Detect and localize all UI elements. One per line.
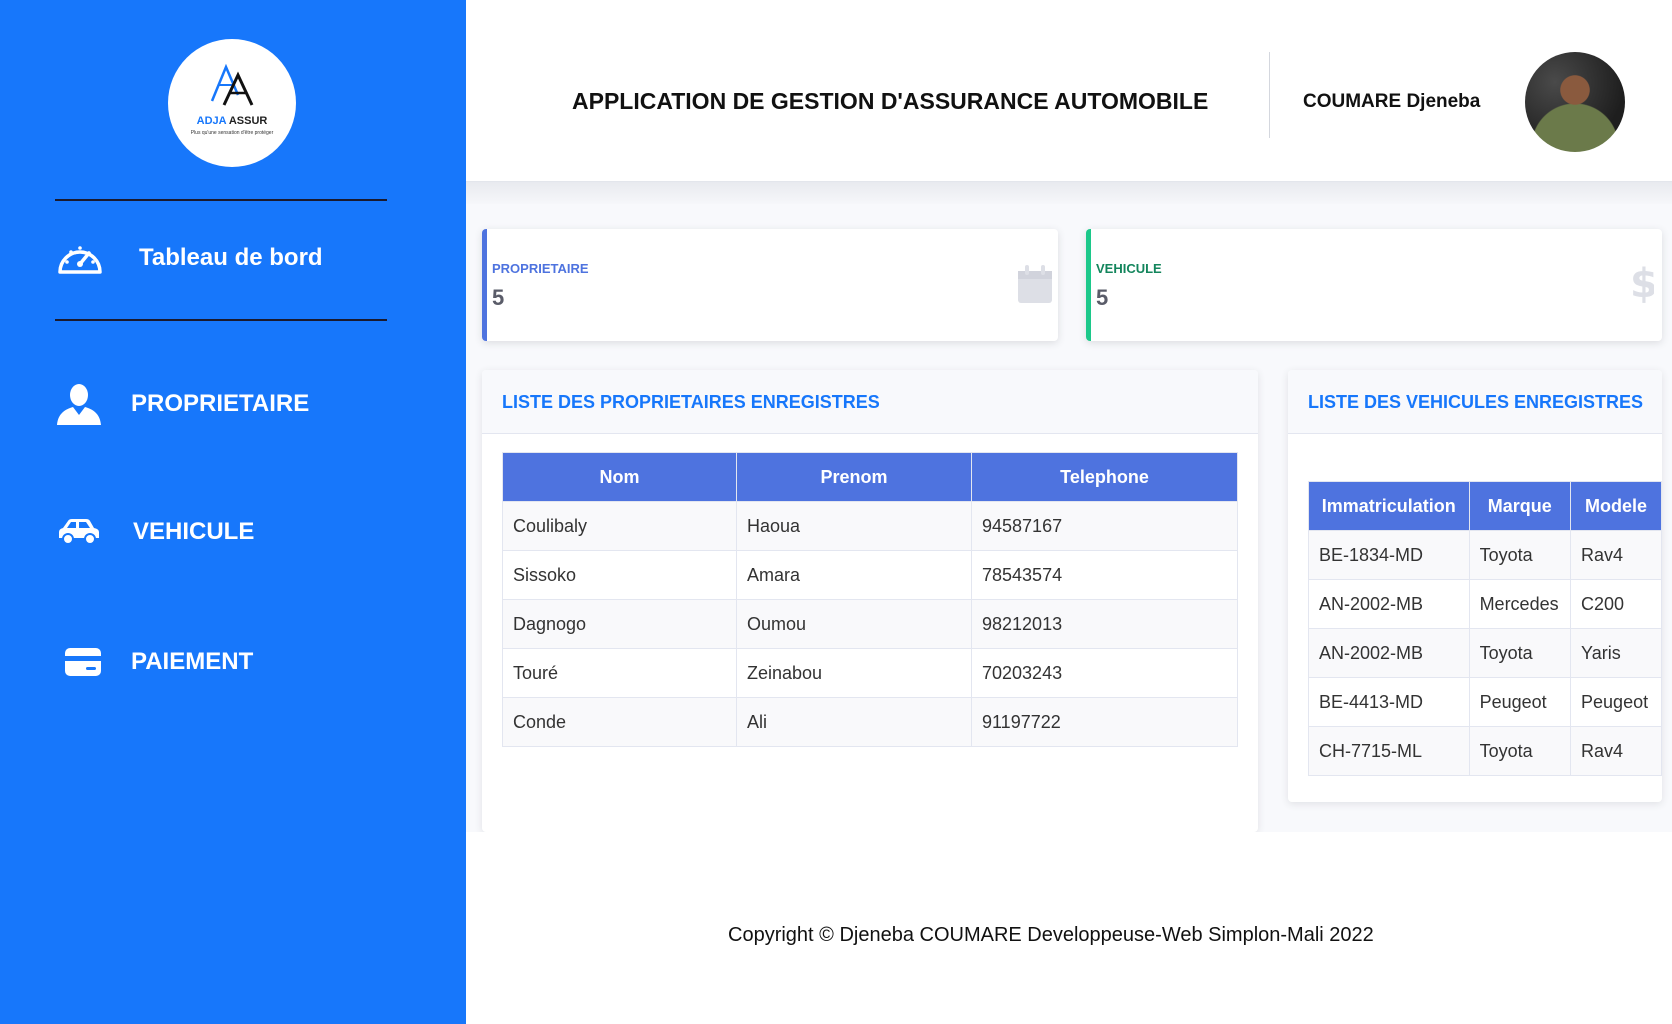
stat-value: 5 bbox=[1096, 285, 1109, 310]
cell-modele: C200 bbox=[1570, 579, 1662, 629]
cell-modele: Peugeot bbox=[1570, 677, 1662, 727]
cell-telephone: 78543574 bbox=[971, 550, 1238, 600]
brand-tagline: Plus qu'une sensation d'être protéger bbox=[190, 130, 274, 136]
logo-mark-icon bbox=[210, 63, 254, 106]
sidebar-divider-top bbox=[55, 199, 387, 201]
owners-panel: LISTE DES PROPRIETAIRES ENREGISTRES Nom … bbox=[482, 370, 1258, 832]
vehicles-table: Immatriculation Marque Modele BE-1834-MD… bbox=[1308, 481, 1662, 776]
cell-marque: Toyota bbox=[1468, 530, 1572, 580]
owners-panel-title: LISTE DES PROPRIETAIRES ENREGISTRES bbox=[502, 392, 880, 412]
sidebar-item-vehicule[interactable]: VEHICULE bbox=[55, 518, 254, 546]
vehicles-panel-title: LISTE DES VEHICULES ENREGISTRES bbox=[1308, 392, 1644, 412]
brand-name-part1: ADJA bbox=[196, 115, 227, 127]
vehicles-table-header-row: Immatriculation Marque Modele bbox=[1308, 481, 1662, 531]
column-header-immatriculation[interactable]: Immatriculation bbox=[1308, 481, 1470, 531]
cell-marque: Toyota bbox=[1468, 726, 1572, 776]
cell-prenom: Zeinabou bbox=[736, 648, 972, 698]
column-header-prenom[interactable]: Prenom bbox=[736, 452, 972, 502]
user-icon bbox=[55, 383, 103, 425]
calendar-icon bbox=[1018, 265, 1052, 308]
user-name[interactable]: COUMARE Djeneba bbox=[1303, 91, 1480, 113]
owners-panel-header: LISTE DES PROPRIETAIRES ENREGISTRES bbox=[482, 370, 1258, 434]
cell-telephone: 70203243 bbox=[971, 648, 1238, 698]
cell-nom: Dagnogo bbox=[502, 599, 737, 649]
brand-logo[interactable]: ADJA ASSUR Plus qu'une sensation d'être … bbox=[168, 39, 296, 167]
svg-text:$: $ bbox=[1630, 263, 1654, 303]
sidebar-item-paiement-label: PAIEMENT bbox=[131, 648, 254, 675]
cell-nom: Sissoko bbox=[502, 550, 737, 600]
user-avatar[interactable] bbox=[1525, 52, 1625, 152]
stat-label: VEHICULE bbox=[1096, 261, 1162, 276]
sidebar: ADJA ASSUR Plus qu'une sensation d'être … bbox=[0, 0, 466, 1024]
cell-prenom: Haoua bbox=[736, 501, 972, 551]
stat-card-proprietaire[interactable]: PROPRIETAIRE 5 bbox=[482, 229, 1058, 341]
stat-label: PROPRIETAIRE bbox=[492, 261, 589, 276]
cell-modele: Rav4 bbox=[1570, 530, 1662, 580]
table-row[interactable]: Dagnogo Oumou 98212013 bbox=[502, 599, 1238, 649]
cell-immatriculation: AN-2002-MB bbox=[1308, 579, 1470, 629]
table-row[interactable]: AN-2002-MB Toyota Yaris bbox=[1308, 628, 1662, 678]
cell-telephone: 98212013 bbox=[971, 599, 1238, 649]
cell-marque: Mercedes bbox=[1468, 579, 1572, 629]
cell-prenom: Oumou bbox=[736, 599, 972, 649]
table-row[interactable]: CH-7715-ML Toyota Rav4 bbox=[1308, 726, 1662, 776]
cell-nom: Conde bbox=[502, 697, 737, 747]
cell-modele: Yaris bbox=[1570, 628, 1662, 678]
stat-value: 5 bbox=[492, 285, 505, 310]
dollar-icon: $ bbox=[1630, 261, 1658, 308]
cell-nom: Coulibaly bbox=[502, 501, 737, 551]
sidebar-item-vehicule-label: VEHICULE bbox=[133, 518, 255, 545]
column-header-modele[interactable]: Modele bbox=[1570, 481, 1662, 531]
dashboard-gauge-icon bbox=[55, 238, 105, 278]
cell-immatriculation: BE-1834-MD bbox=[1308, 530, 1470, 580]
table-row[interactable]: AN-2002-MB Mercedes C200 bbox=[1308, 579, 1662, 629]
cell-immatriculation: CH-7715-ML bbox=[1308, 726, 1470, 776]
sidebar-item-proprietaire[interactable]: PROPRIETAIRE bbox=[55, 383, 309, 425]
header-shadow bbox=[466, 182, 1672, 204]
table-row[interactable]: BE-1834-MD Toyota Rav4 bbox=[1308, 530, 1662, 580]
app-title: APPLICATION DE GESTION D'ASSURANCE AUTOM… bbox=[572, 88, 1209, 114]
cell-prenom: Ali bbox=[736, 697, 972, 747]
sidebar-item-proprietaire-label: PROPRIETAIRE bbox=[131, 390, 310, 417]
header-divider bbox=[1269, 52, 1270, 138]
sidebar-divider-bottom bbox=[55, 319, 387, 321]
stat-card-accent bbox=[1086, 229, 1091, 341]
vehicles-panel: LISTE DES VEHICULES ENREGISTRES Immatric… bbox=[1288, 370, 1662, 802]
owners-table: Nom Prenom Telephone Coulibaly Haoua 945… bbox=[502, 452, 1238, 747]
stat-card-accent bbox=[482, 229, 487, 341]
owners-table-header-row: Nom Prenom Telephone bbox=[502, 452, 1238, 502]
cell-immatriculation: AN-2002-MB bbox=[1308, 628, 1470, 678]
cell-marque: Toyota bbox=[1468, 628, 1572, 678]
cell-prenom: Amara bbox=[736, 550, 972, 600]
table-row[interactable]: BE-4413-MD Peugeot Peugeot bbox=[1308, 677, 1662, 727]
table-row[interactable]: Sissoko Amara 78543574 bbox=[502, 550, 1238, 600]
cell-immatriculation: BE-4413-MD bbox=[1308, 677, 1470, 727]
vehicles-panel-header: LISTE DES VEHICULES ENREGISTRES bbox=[1288, 370, 1662, 434]
stat-card-vehicule[interactable]: VEHICULE 5 $ bbox=[1086, 229, 1662, 341]
sidebar-item-dashboard[interactable]: Tableau de bord bbox=[55, 238, 323, 278]
table-row[interactable]: Touré Zeinabou 70203243 bbox=[502, 648, 1238, 698]
column-header-telephone[interactable]: Telephone bbox=[971, 452, 1238, 502]
cell-telephone: 94587167 bbox=[971, 501, 1238, 551]
sidebar-item-dashboard-label: Tableau de bord bbox=[139, 244, 323, 271]
cell-marque: Peugeot bbox=[1468, 677, 1572, 727]
brand-name: ADJA ASSUR bbox=[168, 115, 296, 127]
table-row[interactable]: Conde Ali 91197722 bbox=[502, 697, 1238, 747]
brand-name-part2: ASSUR bbox=[228, 115, 268, 127]
column-header-marque[interactable]: Marque bbox=[1468, 481, 1572, 531]
sidebar-item-paiement[interactable]: PAIEMENT bbox=[55, 647, 253, 677]
table-row[interactable]: Coulibaly Haoua 94587167 bbox=[502, 501, 1238, 551]
car-icon bbox=[55, 518, 103, 546]
cell-modele: Rav4 bbox=[1570, 726, 1662, 776]
copyright-text: Copyright © Djeneba COUMARE Developpeuse… bbox=[728, 924, 1374, 946]
cell-nom: Touré bbox=[502, 648, 737, 698]
credit-card-icon bbox=[55, 647, 111, 677]
cell-telephone: 91197722 bbox=[971, 697, 1238, 747]
column-header-nom[interactable]: Nom bbox=[502, 452, 737, 502]
